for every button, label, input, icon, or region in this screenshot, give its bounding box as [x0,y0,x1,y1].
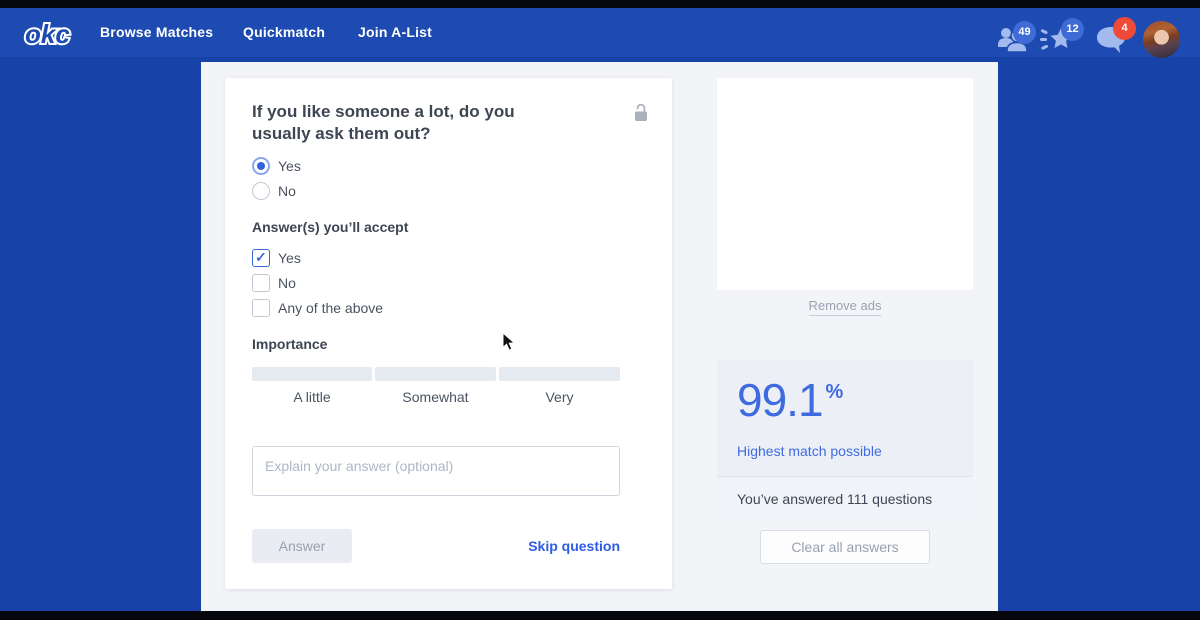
quickmatch-badge: 12 [1061,18,1084,41]
match-caption: Highest match possible [737,443,882,459]
checkbox-label: Any of the above [278,300,383,316]
importance-label-a-little: A little [252,389,372,405]
content-column: If you like someone a lot, do you usuall… [201,62,998,611]
checkbox-label: Yes [278,250,301,266]
likes-badge: 49 [1013,21,1036,44]
radio-label: No [278,183,296,199]
checkbox-option-any[interactable]: Any of the above [252,299,383,317]
okcupid-logo[interactable]: okc [21,14,81,59]
nav-quickmatch[interactable]: Quickmatch [243,8,325,57]
nav-browse-matches[interactable]: Browse Matches [100,8,213,57]
radio-option-no[interactable]: No [252,182,296,200]
messages-badge: 4 [1113,17,1136,40]
answered-count: You’ve answered 111 questions [717,476,973,520]
okcupid-questions-page: okc Browse Matches Quickmatch Join A-Lis… [0,0,1200,620]
importance-bar-somewhat[interactable] [375,367,496,381]
unlocked-padlock-icon[interactable] [632,103,648,122]
profile-avatar[interactable] [1143,21,1180,58]
importance-bar-a-little[interactable] [252,367,372,381]
skip-question-link[interactable]: Skip question [528,538,620,554]
match-number: 99.1 [737,374,823,426]
percent-sign: % [826,381,844,403]
remove-ads-link[interactable]: Remove ads [809,298,882,316]
importance-bar-very[interactable] [499,367,620,381]
letterbox-top [0,0,1200,8]
question-card: If you like someone a lot, do you usuall… [225,78,672,589]
question-title-line1: If you like someone a lot, do you [252,101,552,123]
answer-button[interactable]: Answer [252,529,352,563]
radio-option-yes[interactable]: Yes [252,157,301,175]
radio-selected-icon [252,157,270,175]
accept-section-label: Answer(s) you’ll accept [252,219,408,235]
checkbox-label: No [278,275,296,291]
importance-section-label: Importance [252,336,327,352]
explain-answer-input[interactable] [252,446,620,496]
nav-join-a-list[interactable]: Join A-List [358,8,432,57]
clear-all-answers-button[interactable]: Clear all answers [760,530,930,564]
importance-label-very: Very [499,389,620,405]
importance-label-somewhat: Somewhat [375,389,496,405]
checkbox-option-yes[interactable]: Yes [252,249,301,267]
checkbox-unchecked-icon [252,274,270,292]
top-navbar: okc Browse Matches Quickmatch Join A-Lis… [0,8,1200,57]
question-title: If you like someone a lot, do you usuall… [252,101,552,145]
match-percentage-box: 99.1% Highest match possible [717,360,973,476]
mouse-cursor [502,332,516,352]
checkbox-checked-icon [252,249,270,267]
letterbox-bottom [0,611,1200,620]
remove-ads-wrap: Remove ads [717,297,973,315]
checkbox-unchecked-icon [252,299,270,317]
radio-label: Yes [278,158,301,174]
radio-unselected-icon [252,182,270,200]
ad-placeholder [717,78,973,290]
question-title-line2: usually ask them out? [252,123,552,145]
match-percentage-value: 99.1% [737,373,843,427]
checkbox-option-no[interactable]: No [252,274,296,292]
svg-text:okc: okc [25,19,70,49]
